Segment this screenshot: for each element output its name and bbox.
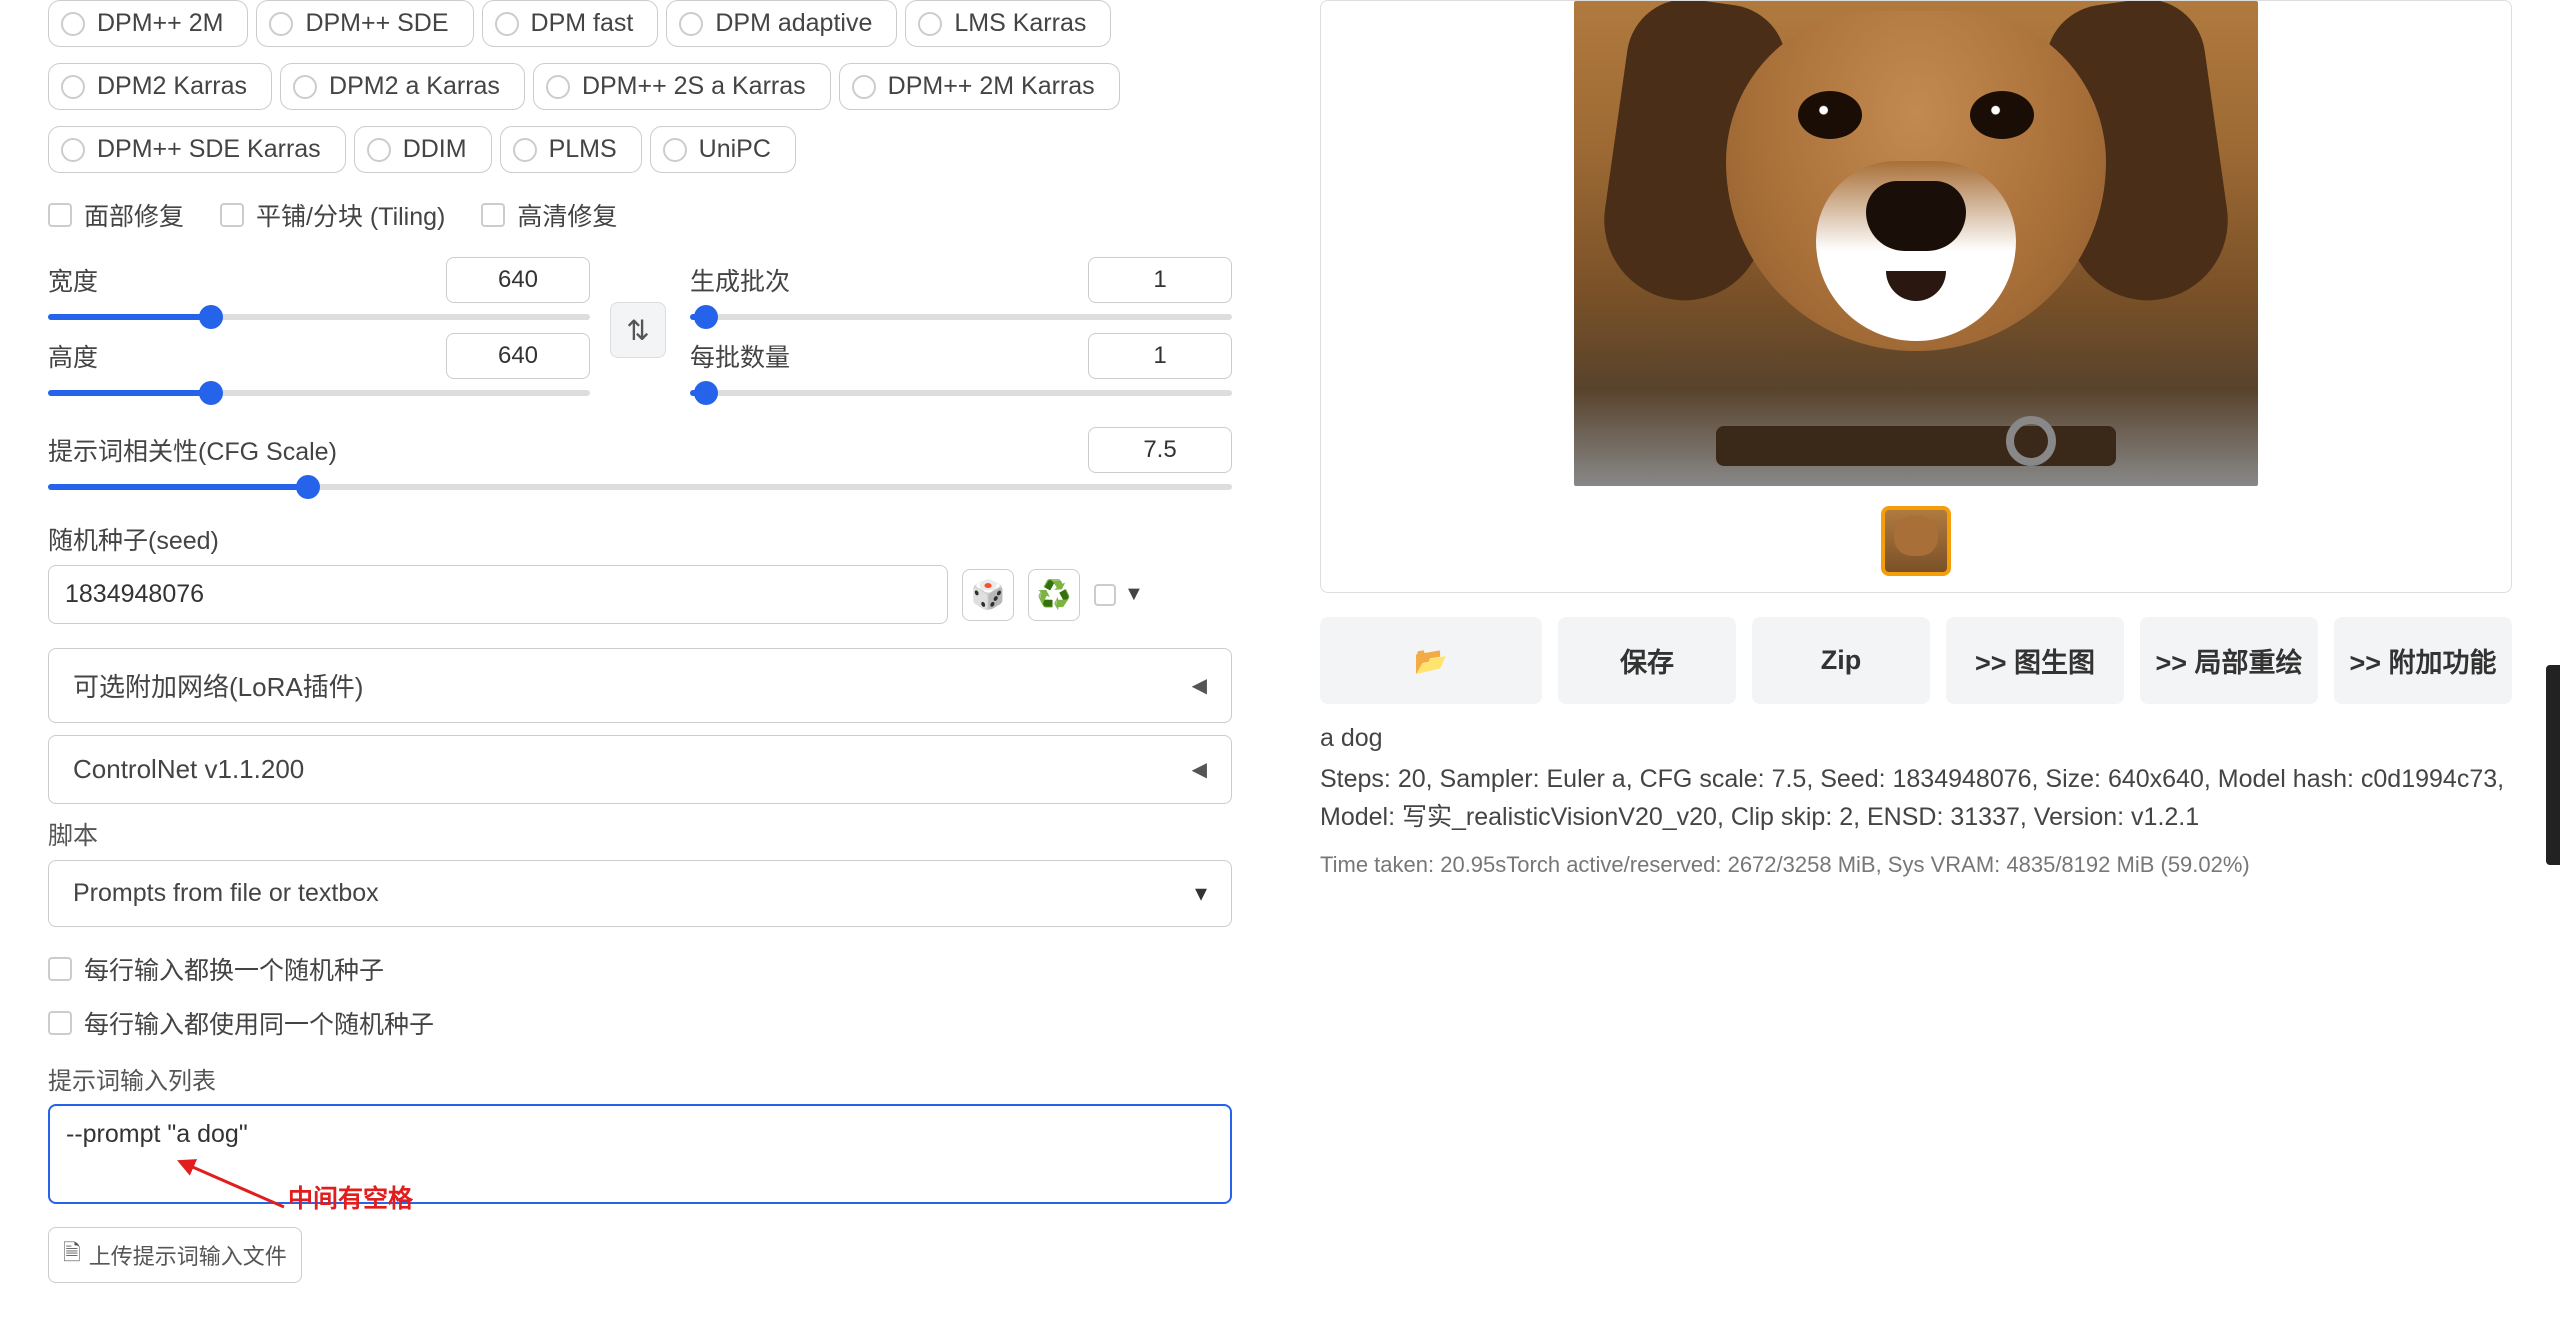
script-dropdown[interactable]: Prompts from file or textbox ▾ [48,860,1232,927]
radio-icon [269,12,293,36]
sampler-radio[interactable]: PLMS [500,126,642,173]
seed-input[interactable] [48,565,948,624]
tiling-checkbox[interactable]: 平铺/分块 (Tiling) [220,197,445,233]
same-seed-checkbox[interactable]: 每行输入都使用同一个随机种子 [48,1005,434,1041]
height-slider[interactable] [48,383,590,403]
checkbox-icon [48,957,72,981]
scrollbar[interactable] [2546,665,2560,865]
radio-icon [918,12,942,36]
generated-image[interactable] [1574,1,2258,486]
width-label: 宽度 [48,262,98,298]
cfg-slider[interactable] [48,477,1232,497]
radio-icon [495,12,519,36]
width-slider[interactable] [48,307,590,327]
sampler-radio[interactable]: DPM++ SDE Karras [48,126,346,173]
image-thumbnail[interactable] [1881,506,1951,576]
sampler-radio[interactable]: LMS Karras [905,0,1111,47]
triangle-left-icon: ◀ [1192,757,1207,782]
checkbox-icon [481,203,505,227]
triangle-left-icon: ◀ [1192,673,1207,698]
sampler-radio[interactable]: DPM2 Karras [48,63,272,110]
sampler-radio[interactable]: DPM++ SDE [256,0,473,47]
batch-count-label: 生成批次 [690,262,790,298]
sampler-radio[interactable]: DPM++ 2M [48,0,248,47]
chevron-down-icon: ▼ [1124,583,1144,606]
radio-icon [546,75,570,99]
sampler-radio-group: DPM++ 2M DPM++ SDE DPM fast DPM adaptive… [48,0,1232,173]
seed-label: 随机种子(seed) [48,521,1232,557]
prompt-list-textarea[interactable] [48,1104,1232,1204]
cfg-input[interactable] [1088,427,1232,473]
height-input[interactable] [446,333,590,379]
send-to-img2img-button[interactable]: >> 图生图 [1946,617,2124,704]
controlnet-accordion[interactable]: ControlNet v1.1.200 ◀ [48,735,1232,804]
iterate-seed-checkbox[interactable]: 每行输入都换一个随机种子 [48,951,384,987]
prompt-list-label: 提示词输入列表 [48,1061,1232,1096]
height-label: 高度 [48,338,98,374]
radio-icon [61,138,85,162]
hires-checkbox[interactable]: 高清修复 [481,197,617,233]
batch-size-slider[interactable] [690,383,1232,403]
batch-size-input[interactable] [1088,333,1232,379]
reuse-seed-button[interactable]: ♻️ [1028,569,1080,621]
batch-size-label: 每批数量 [690,338,790,374]
send-to-inpaint-button[interactable]: >> 局部重绘 [2140,617,2318,704]
result-prompt: a dog [1320,724,2512,753]
radio-icon [61,75,85,99]
sampler-radio[interactable]: DPM++ 2S a Karras [533,63,831,110]
result-timing: Time taken: 20.95sTorch active/reserved:… [1320,852,2512,878]
sampler-radio[interactable]: DPM++ 2M Karras [839,63,1120,110]
radio-icon [663,138,687,162]
annotation-text: 中间有空格 [288,1179,413,1215]
send-to-extras-button[interactable]: >> 附加功能 [2334,617,2512,704]
zip-button[interactable]: Zip [1752,617,1930,704]
cfg-label: 提示词相关性(CFG Scale) [48,432,337,468]
radio-icon [852,75,876,99]
checkbox-icon [220,203,244,227]
radio-icon [367,138,391,162]
save-button[interactable]: 保存 [1558,617,1736,704]
script-label: 脚本 [48,816,1232,852]
folder-icon: 📂 [1414,645,1448,677]
checkbox-icon [48,203,72,227]
sampler-radio[interactable]: DDIM [354,126,492,173]
sampler-radio[interactable]: DPM fast [482,0,659,47]
checkbox-icon [48,1011,72,1035]
open-folder-button[interactable]: 📂 [1320,617,1542,704]
upload-prompts-button[interactable]: 🗎 上传提示词输入文件 [48,1227,302,1283]
radio-icon [679,12,703,36]
sampler-radio[interactable]: DPM adaptive [666,0,897,47]
file-icon: 🗎 [63,1236,81,1274]
result-metadata: Steps: 20, Sampler: Euler a, CFG scale: … [1320,761,2512,836]
sampler-radio[interactable]: DPM2 a Karras [280,63,525,110]
radio-icon [61,12,85,36]
face-restore-checkbox[interactable]: 面部修复 [48,197,184,233]
batch-count-slider[interactable] [690,307,1232,327]
batch-count-input[interactable] [1088,257,1232,303]
chevron-down-icon: ▾ [1195,879,1207,908]
lora-accordion[interactable]: 可选附加网络(LoRA插件) ◀ [48,648,1232,723]
seed-extra-toggle[interactable]: ▼ [1094,583,1144,606]
sampler-radio[interactable]: UniPC [650,126,796,173]
swap-dimensions-button[interactable]: ⇅ [610,302,666,358]
radio-icon [293,75,317,99]
random-seed-button[interactable]: 🎲 [962,569,1014,621]
width-input[interactable] [446,257,590,303]
radio-icon [513,138,537,162]
checkbox-icon [1094,584,1116,606]
